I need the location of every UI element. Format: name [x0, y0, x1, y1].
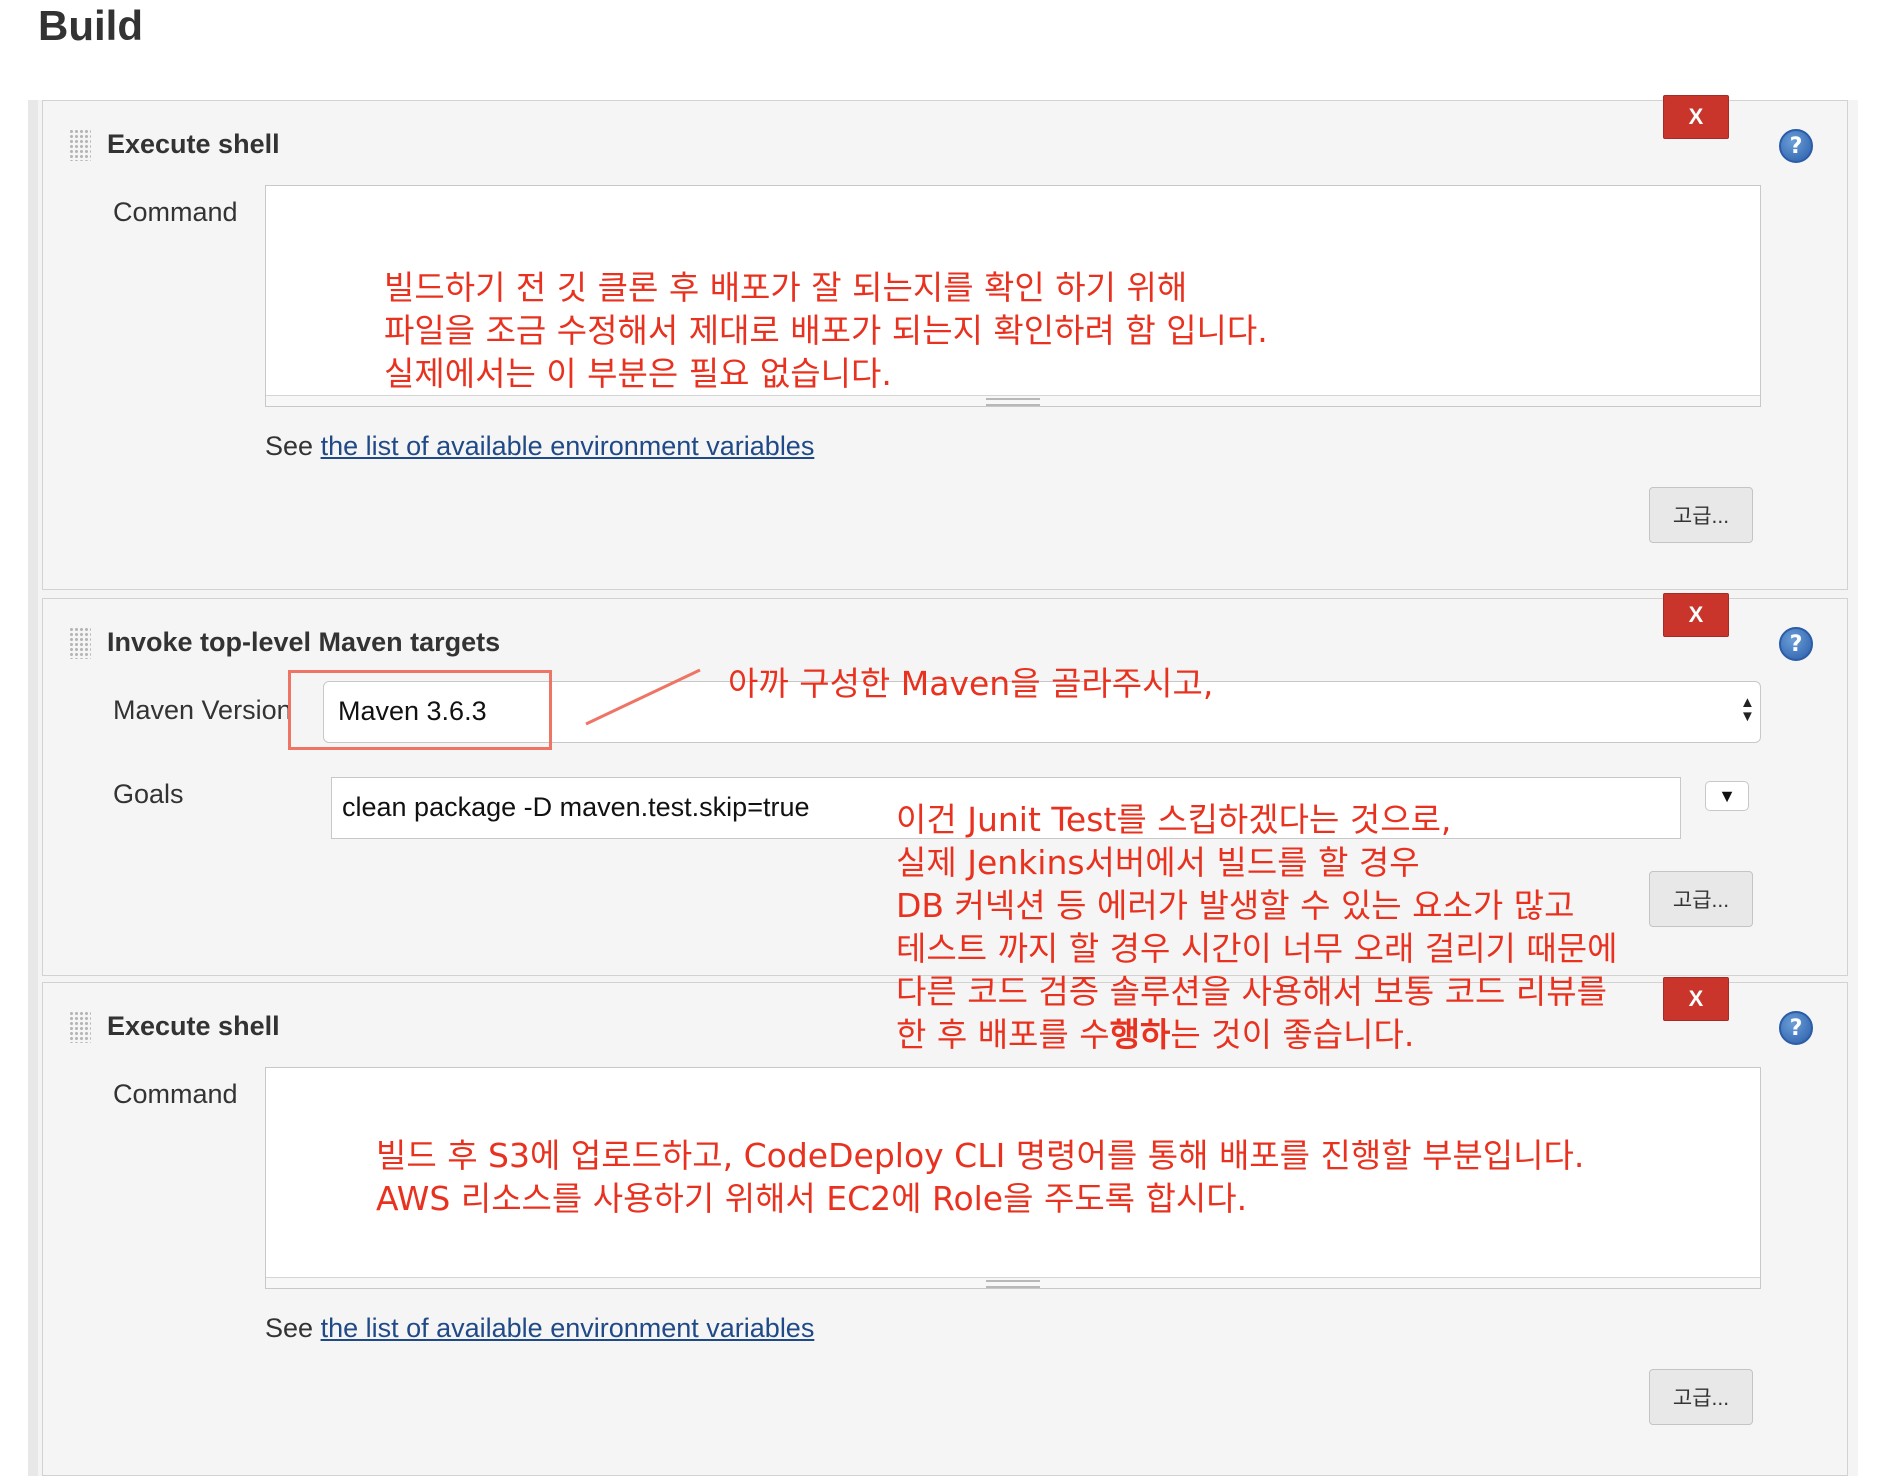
annotation-line: 빌드 후 S3에 업로드하고, CodeDeploy CLI 명령어를 통해 배… [376, 1136, 1585, 1175]
annotation-text: 한 후 배포를 수 [896, 1015, 1110, 1054]
annotation-text: 는 것이 좋습니다. [1170, 1015, 1415, 1054]
annotation-line: DB 커넥션 등 에러가 발생할 수 있는 요소가 많고 [896, 886, 1575, 925]
annotation-line: 이건 Junit Test를 스킵하겠다는 것으로, [896, 800, 1452, 839]
annotation-deploy-note: 빌드 후 S3에 업로드하고, CodeDeploy CLI 명령어를 통해 배… [376, 1134, 1584, 1220]
annotation-line: 실제 Jenkins서버에서 빌드를 할 경우 [896, 843, 1420, 882]
annotation-line: 한 후 배포를 수행하는 것이 좋습니다. [896, 1013, 1617, 1056]
annotation-goals-note: 이건 Junit Test를 스킵하겠다는 것으로, 실제 Jenkins서버에… [896, 798, 1617, 1056]
annotation-maven-note: 아까 구성한 Maven을 골라주시고, [728, 664, 1214, 703]
annotation-line: 다른 코드 검증 솔루션을 사용해서 보통 코드 리뷰를 [896, 972, 1607, 1011]
annotation-line: 테스트 까지 할 경우 시간이 너무 오래 걸리기 때문에 [896, 929, 1618, 968]
annotation-pointer-line [585, 668, 701, 726]
annotation-line: AWS 리소스를 사용하기 위해서 EC2에 Role을 주도록 합시다. [376, 1179, 1248, 1218]
annotation-bold-text: 행하 [1109, 1015, 1171, 1054]
